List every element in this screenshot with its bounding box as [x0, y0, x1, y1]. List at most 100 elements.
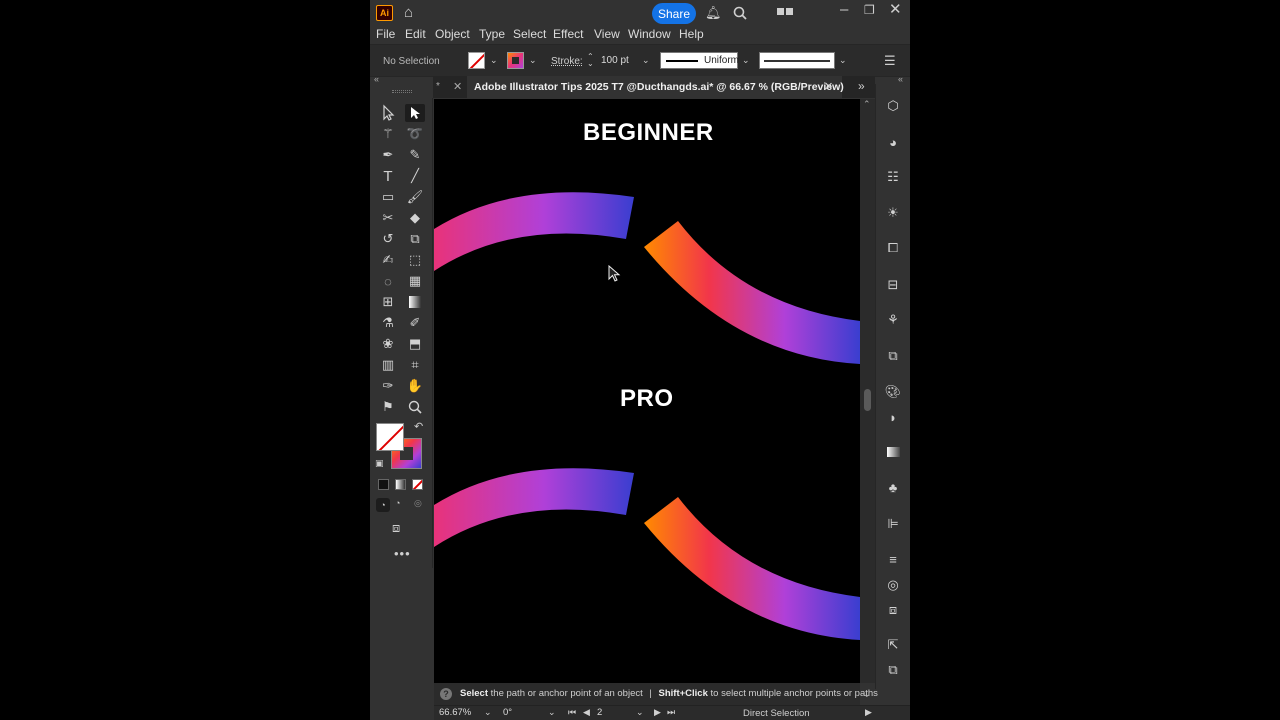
scroll-up-icon[interactable]: ⌃	[863, 99, 871, 110]
hand-tool-icon[interactable]: ✋	[405, 377, 425, 395]
free-transform-tool-icon[interactable]: ⬚	[405, 251, 425, 269]
pro-curve-left[interactable]	[434, 468, 634, 547]
stroke-label[interactable]: Stroke:	[551, 56, 583, 67]
brushes-icon[interactable]: ⚘	[885, 312, 901, 328]
warp-tool-icon[interactable]: ✍	[378, 251, 398, 269]
menu-edit[interactable]: Edit	[405, 27, 426, 41]
brush-definition[interactable]	[759, 52, 835, 69]
menu-view[interactable]: View	[594, 27, 620, 41]
last-artboard-icon[interactable]: ⏭	[667, 707, 675, 718]
slice-tool-icon[interactable]: ✑	[378, 377, 398, 395]
pathfinder-icon[interactable]: ⧉	[885, 348, 901, 364]
zoom-chevron-icon[interactable]: ⌄	[484, 707, 492, 718]
lasso-tool-icon[interactable]: ➰	[405, 125, 425, 143]
rotate-tool-icon[interactable]: ↺	[378, 230, 398, 248]
gradient-mode-button[interactable]	[395, 479, 406, 490]
next-artboard-icon[interactable]: ▶	[654, 707, 661, 718]
layers-icon[interactable]: ◎	[885, 577, 901, 593]
paintbrush-tool-icon[interactable]: 🖌︎	[405, 188, 425, 206]
previous-tab[interactable]: *	[436, 81, 440, 92]
column-graph-tool-icon[interactable]: ▥	[378, 356, 398, 374]
fill-dropdown-chevron-icon[interactable]: ⌄	[490, 55, 498, 66]
beginner-curve-left[interactable]	[434, 192, 634, 271]
collapse-toolbar-icon[interactable]: «	[374, 74, 379, 84]
rectangle-tool-icon[interactable]: ▭	[378, 188, 398, 206]
zoom-tool-icon[interactable]	[405, 398, 425, 416]
color-mode-button[interactable]	[378, 479, 389, 490]
magic-wand-tool-icon[interactable]: ⚚	[378, 125, 398, 143]
type-tool-icon[interactable]: T	[378, 167, 398, 185]
rotation-chevron-icon[interactable]: ⌄	[548, 707, 556, 718]
brush-chevron-icon[interactable]: ⌄	[839, 55, 847, 66]
beginner-curve-right[interactable]	[644, 221, 860, 364]
close-document-tab-icon[interactable]: ✕	[824, 80, 833, 93]
draw-behind-icon[interactable]: ◔	[395, 498, 400, 508]
home-icon[interactable]: ⌂	[404, 5, 413, 21]
menu-type[interactable]: Type	[479, 27, 505, 41]
color-guide-icon[interactable]: ◕	[885, 134, 901, 150]
previous-artboard-icon[interactable]: ◀	[583, 707, 590, 718]
toolbar-grip[interactable]	[392, 90, 412, 93]
control-panel-menu-icon[interactable]: ☰	[884, 53, 896, 69]
menu-object[interactable]: Object	[435, 27, 470, 41]
artboard-canvas[interactable]: BEGINNER PRO	[434, 99, 860, 683]
mesh-tool-icon[interactable]: ⊞	[378, 293, 398, 311]
menu-effect[interactable]: Effect	[553, 27, 583, 41]
eyedropper-blend-tool-icon[interactable]: ⚗	[378, 314, 398, 332]
search-icon[interactable]	[733, 6, 747, 20]
close-icon[interactable]: ✕	[889, 2, 902, 18]
vertical-scrollbar[interactable]: ⌃ ⌄	[860, 99, 875, 699]
eraser-tool-icon[interactable]: ◆	[405, 209, 425, 227]
puppet-warp-tool-icon[interactable]: ⚑	[378, 398, 398, 416]
default-fill-stroke-icon[interactable]: ▣	[375, 458, 384, 469]
draw-normal-icon[interactable]: ◔	[376, 498, 390, 512]
scroll-thumb[interactable]	[864, 389, 871, 411]
menu-help[interactable]: Help	[679, 27, 704, 41]
shape-builder-tool-icon[interactable]: ◌	[378, 272, 398, 290]
symbol-sprayer-tool-icon[interactable]: ❀	[378, 335, 398, 353]
edit-toolbar-icon[interactable]: •••	[394, 546, 411, 561]
first-artboard-icon[interactable]: ⏮	[568, 707, 576, 718]
current-tool-label[interactable]: Direct Selection	[743, 708, 810, 719]
line-segment-tool-icon[interactable]: ╱	[405, 167, 425, 185]
color-icon[interactable]: 🎨︎	[885, 384, 902, 400]
menu-file[interactable]: File	[376, 27, 395, 41]
appearance-icon[interactable]: ☀	[885, 205, 901, 221]
swap-fill-stroke-icon[interactable]: ↶	[414, 420, 423, 433]
variable-width-profile[interactable]: Uniform	[660, 52, 739, 69]
heading-beginner[interactable]: BEGINNER	[583, 119, 714, 147]
help-icon[interactable]: ?	[440, 688, 452, 700]
stroke-stepper-icon[interactable]: ⌃ ⌄	[587, 53, 594, 68]
document-tab[interactable]: Adobe Illustrator Tips 2025 T7 @Ducthang…	[467, 76, 844, 98]
workspace-switcher-icon[interactable]	[777, 8, 793, 16]
artboards-icon[interactable]: ⊟	[885, 277, 901, 293]
change-screen-mode-icon[interactable]: ⧈	[392, 520, 400, 536]
fill-color-box[interactable]	[376, 423, 404, 451]
export-icon[interactable]: ⇱	[885, 637, 901, 653]
collapse-panels-icon[interactable]: «	[898, 74, 903, 84]
share-button[interactable]: Share	[652, 3, 696, 24]
gradient-icon[interactable]	[885, 444, 901, 460]
eyedropper-tool-icon[interactable]: ✐	[405, 314, 425, 332]
selection-tool-icon[interactable]	[378, 104, 398, 122]
stroke-swatch[interactable]	[507, 52, 524, 69]
profile-chevron-icon[interactable]: ⌄	[742, 55, 750, 66]
pen-tool-icon[interactable]: ✒	[378, 146, 398, 164]
pro-curve-right[interactable]	[644, 497, 860, 640]
symbols-icon[interactable]: ♣	[885, 479, 901, 495]
transform-icon[interactable]: ⧈	[885, 602, 901, 618]
status-menu-arrow-icon[interactable]: ▶	[865, 707, 872, 718]
stroke-dropdown-chevron-icon[interactable]: ⌄	[529, 55, 537, 66]
restore-icon[interactable]: ❐	[864, 2, 875, 18]
align-icon[interactable]: ⊫	[885, 516, 901, 532]
artboard-number-field[interactable]: 2	[594, 707, 638, 720]
curvature-tool-icon[interactable]: ✎	[405, 146, 425, 164]
draw-inside-icon[interactable]: ◎	[414, 498, 422, 509]
direct-selection-tool-icon[interactable]	[405, 104, 425, 122]
notification-bell-icon[interactable]: 🔔︎	[705, 5, 722, 21]
menu-window[interactable]: Window	[628, 27, 671, 41]
asset-export-icon[interactable]: ⧉	[885, 662, 901, 678]
gradient-tool-icon[interactable]	[405, 293, 425, 311]
none-mode-button[interactable]	[412, 479, 423, 490]
perspective-grid-tool-icon[interactable]: ▦	[405, 272, 425, 290]
